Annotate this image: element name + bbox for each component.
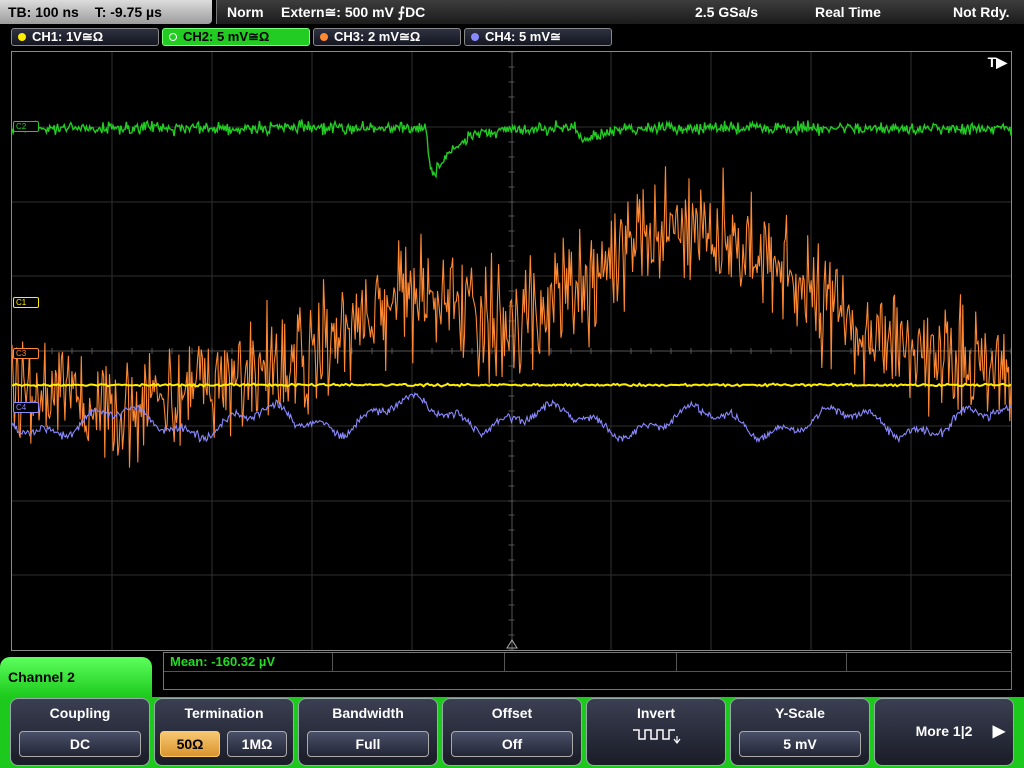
- acquisition-mode: Real Time: [815, 4, 881, 20]
- ch3-offset-marker[interactable]: C3: [13, 348, 39, 359]
- ch3-color-dot: [320, 33, 328, 41]
- channel-tab-label: CH1: 1V≅Ω: [32, 29, 104, 44]
- invert-softkey[interactable]: Invert: [586, 698, 726, 766]
- ch1-color-dot: [18, 33, 26, 41]
- ch2-offset-marker[interactable]: C2: [13, 121, 39, 132]
- timebase-box[interactable]: TB: 100 ns T: -9.75 µs: [0, 0, 212, 24]
- waveform-svg: [12, 52, 1011, 650]
- waveform-display[interactable]: T▶ C2 C1 C3 C4: [11, 51, 1012, 651]
- coupling-label: Coupling: [49, 705, 111, 721]
- channel-tab-label: CH4: 5 mV≅: [485, 29, 561, 44]
- offset-softkey[interactable]: Offset Off: [442, 698, 582, 766]
- meas-divider: [164, 671, 1011, 672]
- channel-tab-label: CH2: 5 mV≅Ω: [183, 29, 270, 44]
- termination-50-ohm-option[interactable]: 50Ω: [160, 731, 220, 757]
- run-status: Not Rdy.: [953, 4, 1010, 20]
- coupling-value[interactable]: DC: [19, 731, 141, 757]
- termination-softkey[interactable]: Termination 50Ω 1MΩ: [154, 698, 294, 766]
- channel-tab-ch4[interactable]: CH4: 5 mV≅: [464, 28, 612, 46]
- measurement-mean: Mean: -160.32 µV: [170, 654, 276, 669]
- trigger-mode: Norm: [227, 4, 264, 20]
- ch4-offset-marker[interactable]: C4: [13, 402, 39, 413]
- channel-tab-ch2[interactable]: CH2: 5 mV≅Ω: [162, 28, 310, 46]
- arrow-right-icon: ▶: [992, 723, 1005, 740]
- invert-label: Invert: [636, 705, 676, 721]
- ch1-offset-marker[interactable]: C1: [13, 297, 39, 308]
- ch4-color-dot: [471, 33, 479, 41]
- sample-rate: 2.5 GSa/s: [695, 4, 759, 20]
- bandwidth-softkey[interactable]: Bandwidth Full: [298, 698, 438, 766]
- more-softkey[interactable]: More 1|2 ▶: [874, 698, 1014, 766]
- trigger-source: Extern≅: 500 mV ⨍DC: [281, 4, 426, 20]
- bandwidth-label: Bandwidth: [332, 705, 404, 721]
- menu-title-channel[interactable]: Channel 2: [0, 657, 152, 697]
- bandwidth-value[interactable]: Full: [307, 731, 429, 757]
- timebase-label: TB: 100 ns: [8, 4, 79, 20]
- offset-label: Offset: [491, 705, 533, 721]
- termination-1m-ohm-option[interactable]: 1MΩ: [227, 731, 287, 757]
- acquisition-status-strip[interactable]: Norm Extern≅: 500 mV ⨍DC 2.5 GSa/s Real …: [216, 0, 1024, 24]
- meas-cell: [504, 653, 677, 671]
- ch2-color-dot: [169, 33, 177, 41]
- measurement-panel[interactable]: Mean: -160.32 µV: [163, 652, 1012, 690]
- meas-cell: [676, 653, 847, 671]
- trigger-time-label: T: -9.75 µs: [94, 4, 162, 20]
- y-scale-value[interactable]: 5 mV: [739, 731, 861, 757]
- invert-pulse-icon: [587, 727, 725, 748]
- channel-tab-ch1[interactable]: CH1: 1V≅Ω: [11, 28, 159, 46]
- channel-tab-label: CH3: 2 mV≅Ω: [334, 29, 421, 44]
- channel-tab-ch3[interactable]: CH3: 2 mV≅Ω: [313, 28, 461, 46]
- y-scale-label: Y-Scale: [775, 705, 825, 721]
- coupling-softkey[interactable]: Coupling DC: [10, 698, 150, 766]
- termination-label: Termination: [184, 705, 264, 721]
- trigger-indicator: T▶: [987, 54, 1007, 70]
- meas-cell: [332, 653, 505, 671]
- top-status-bar: TB: 100 ns T: -9.75 µs Norm Extern≅: 500…: [0, 0, 1024, 24]
- offset-value[interactable]: Off: [451, 731, 573, 757]
- graticule: [12, 52, 1011, 650]
- y-scale-softkey[interactable]: Y-Scale 5 mV: [730, 698, 870, 766]
